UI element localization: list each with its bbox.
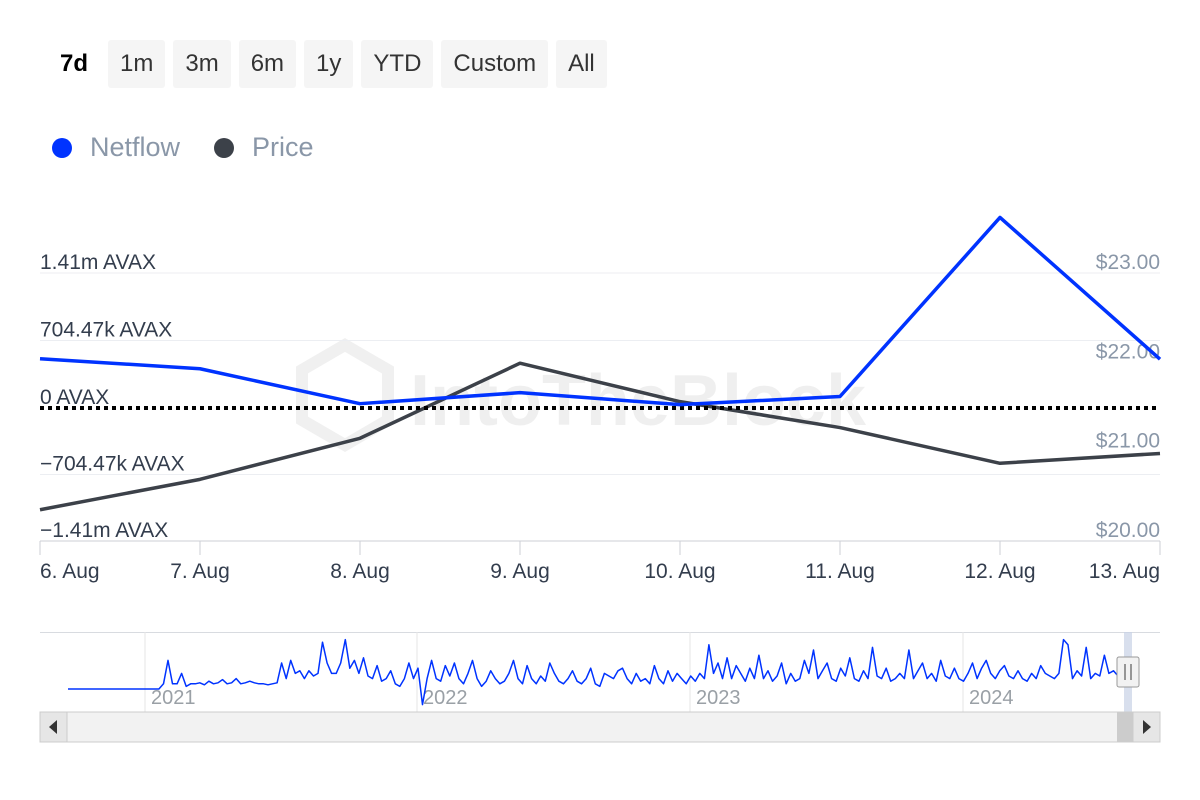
y-right-tick-label: $21.00: [1096, 430, 1160, 453]
navigator: 2021 2022 2023 2024: [40, 632, 1160, 712]
y-left-tick-label: 0 AVAX: [40, 386, 109, 409]
navigator-year-label: 2024: [969, 687, 1014, 709]
x-tick-label: 7. Aug: [170, 560, 230, 583]
navigator-year-label: 2023: [696, 687, 741, 709]
scrollbar[interactable]: [39, 711, 1161, 743]
x-tick-label: 12. Aug: [964, 560, 1035, 583]
x-tick-label: 11. Aug: [805, 560, 875, 583]
x-tick-label: 9. Aug: [490, 560, 550, 583]
watermark-logo: IntoTheBlock: [296, 338, 867, 452]
y-right-tick-label: $20.00: [1096, 519, 1160, 542]
navigator-handle[interactable]: [1116, 656, 1140, 688]
y-left-tick-label: 704.47k AVAX: [40, 319, 172, 342]
scrollbar-thumb[interactable]: [1117, 712, 1133, 742]
x-tick-label: 6. Aug: [40, 560, 100, 583]
x-axis: 6. Aug 7. Aug 8. Aug 9. Aug 10. Aug 11. Aug 12…: [39, 541, 1161, 583]
navigator-year-label: 2022: [423, 687, 468, 709]
left-axis: 1.41m AVAX 704.47k AVAX 0 AVAX −704.47k AVA…: [40, 251, 185, 542]
right-axis: $23.00$22.00$21.00$20.00: [1096, 251, 1160, 542]
x-tick-label: 10. Aug: [644, 560, 715, 583]
netflow-price-chart: IntoTheBlock 1.41m AVAX 704.47k AVAX 0 AVA…: [39, 215, 1162, 743]
y-left-tick-label: 1.41m AVAX: [40, 251, 156, 274]
navigator-year-label: 2021: [151, 687, 196, 709]
y-right-tick-label: $23.00: [1096, 251, 1160, 274]
y-left-tick-label: −1.41m AVAX: [40, 519, 168, 542]
x-tick-label: 8. Aug: [330, 560, 390, 583]
x-tick-label: 13. Aug: [1089, 560, 1160, 583]
y-left-tick-label: −704.47k AVAX: [40, 453, 185, 476]
scrollbar-track[interactable]: [39, 711, 1161, 743]
